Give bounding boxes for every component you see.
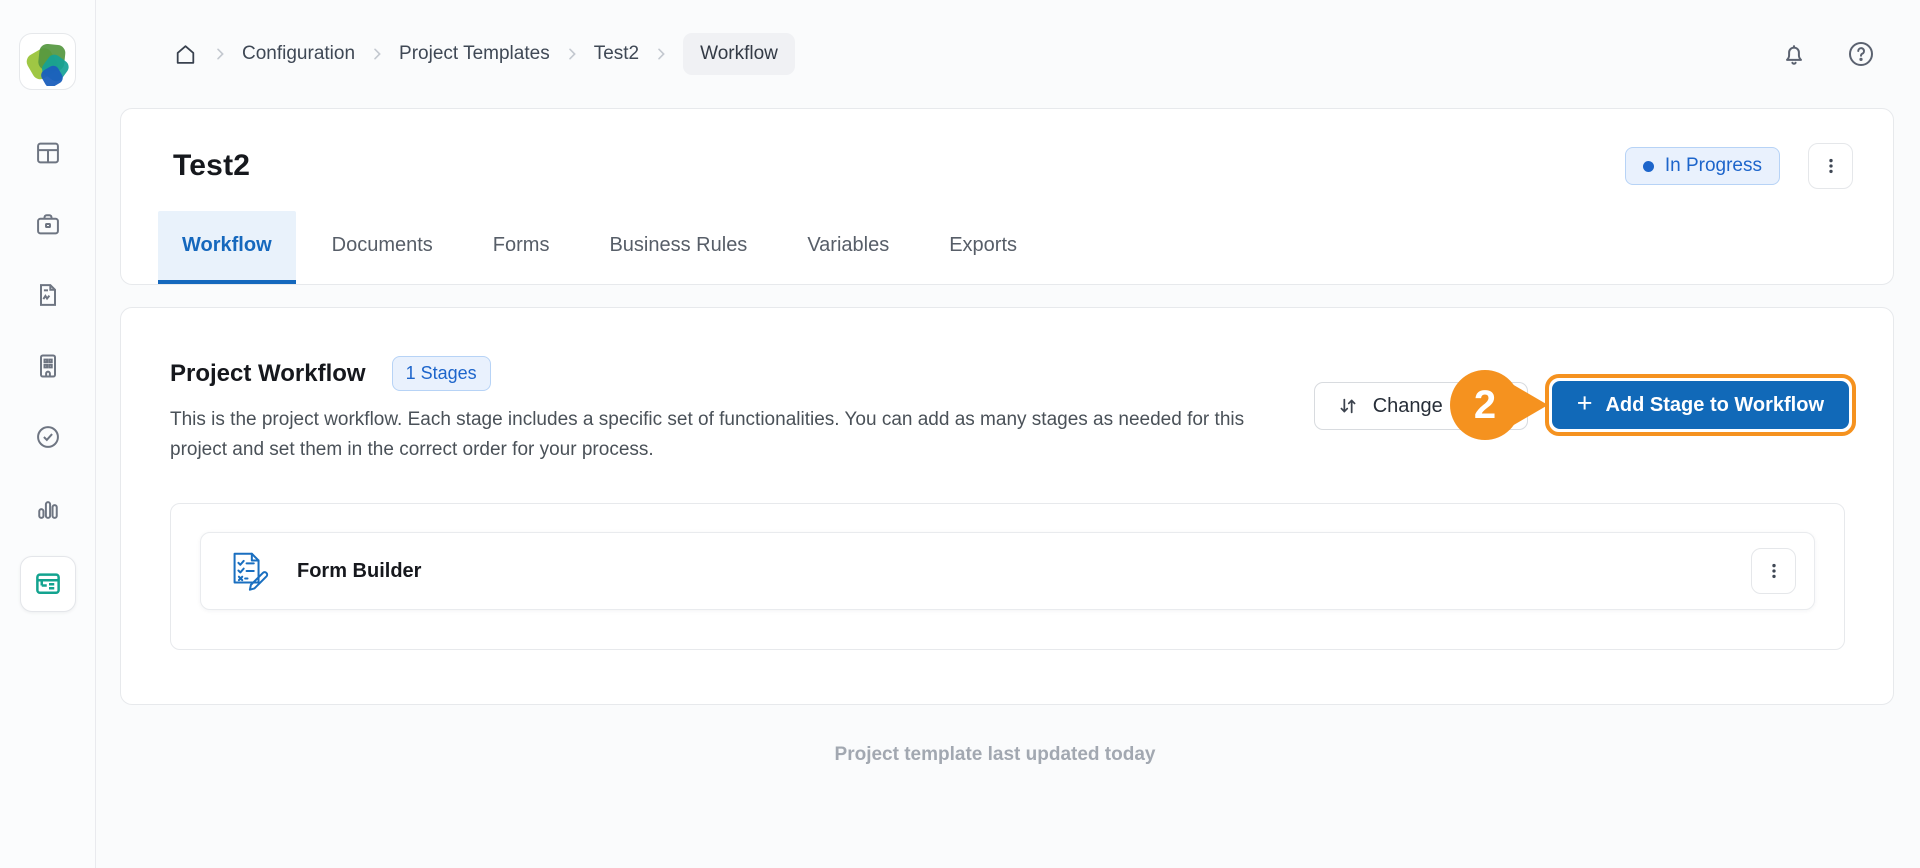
sidebar-item-templates[interactable] (19, 556, 76, 612)
stages-count-badge: 1 Stages (391, 356, 491, 391)
status-badge-label: In Progress (1664, 155, 1762, 176)
page-title: Test2 (173, 149, 251, 182)
topbar: Configuration Project Templates Test2 Wo… (96, 0, 1920, 108)
project-menu-button[interactable] (1808, 143, 1853, 189)
sidebar-item-dashboard[interactable] (20, 130, 76, 176)
form-builder-icon (233, 552, 269, 591)
sidebar (0, 0, 96, 868)
home-icon[interactable] (173, 42, 198, 67)
help-icon[interactable] (1846, 39, 1876, 69)
breadcrumb-project-templates[interactable]: Project Templates (399, 43, 550, 65)
project-workflow-card: Project Workflow 1 Stages This is the pr… (120, 307, 1894, 705)
tab-forms[interactable]: Forms (469, 211, 574, 284)
chevron-right-icon (564, 46, 580, 62)
briefcase-icon (36, 214, 59, 235)
change-order-label: Change (1372, 394, 1443, 417)
stage-name: Form Builder (297, 559, 422, 582)
breadcrumb-test2[interactable]: Test2 (594, 43, 639, 65)
tab-bar: Workflow Documents Forms Business Rules … (121, 211, 1893, 284)
sidebar-item-tasks[interactable] (20, 414, 76, 460)
title-row: Test2 In Progress (121, 109, 1893, 189)
annotation-step-marker: 2 (1450, 370, 1548, 440)
section-head: Project Workflow 1 Stages This is the pr… (170, 356, 1270, 465)
add-stage-label: Add Stage to Workflow (1605, 393, 1824, 416)
workflow-actions: Change + Add Stage to Workflow (1313, 374, 1856, 436)
document-report-icon (39, 284, 56, 306)
bar-chart-icon (37, 501, 58, 519)
main-area: Configuration Project Templates Test2 Wo… (96, 0, 1920, 868)
app-logo[interactable] (19, 33, 76, 90)
stage-menu-button[interactable] (1751, 548, 1796, 595)
sort-arrows-icon (1340, 398, 1356, 414)
tab-documents[interactable]: Documents (308, 211, 457, 284)
chevron-right-icon (212, 46, 228, 62)
add-stage-button[interactable]: + Add Stage to Workflow (1551, 381, 1849, 429)
marker-number: 2 (1450, 370, 1520, 440)
form-template-icon (35, 573, 60, 594)
chevron-right-icon (369, 46, 385, 62)
kebab-icon (1771, 563, 1776, 579)
status-dot-icon (1642, 160, 1654, 172)
breadcrumb-configuration[interactable]: Configuration (242, 43, 355, 65)
building-icon (39, 354, 56, 378)
bell-icon[interactable] (1780, 40, 1808, 68)
sidebar-item-reports[interactable] (20, 272, 76, 318)
tab-business-rules[interactable]: Business Rules (585, 211, 771, 284)
tab-workflow[interactable]: Workflow (158, 211, 296, 284)
project-header-card: Test2 In Progress Workflow Documents For… (120, 108, 1894, 285)
layout-icon (36, 142, 59, 164)
stage-row[interactable]: Form Builder (200, 532, 1815, 611)
plus-icon: + (1576, 388, 1593, 418)
sidebar-nav (19, 130, 76, 612)
section-description: This is the project workflow. Each stage… (170, 409, 1245, 461)
topbar-icons (1780, 39, 1876, 69)
last-updated-note: Project template last updated today (834, 744, 1156, 765)
section-title: Project Workflow (170, 359, 366, 387)
check-circle-icon (36, 426, 59, 448)
stage-list-container: Form Builder (170, 503, 1845, 651)
marker-tail (1512, 384, 1548, 426)
tab-variables[interactable]: Variables (783, 211, 913, 284)
leaf-logo-icon (26, 43, 69, 86)
breadcrumb-workflow: Workflow (683, 33, 795, 75)
status-badge[interactable]: In Progress (1624, 147, 1780, 185)
kebab-icon (1828, 158, 1833, 174)
sidebar-item-organization[interactable] (20, 343, 76, 389)
sidebar-item-analytics[interactable] (20, 485, 76, 531)
breadcrumb: Configuration Project Templates Test2 Wo… (173, 33, 1780, 75)
annotation-highlight-ring: + Add Stage to Workflow (1544, 374, 1856, 436)
tab-exports[interactable]: Exports (925, 211, 1041, 284)
sidebar-item-projects[interactable] (20, 201, 76, 247)
chevron-right-icon (653, 46, 669, 62)
